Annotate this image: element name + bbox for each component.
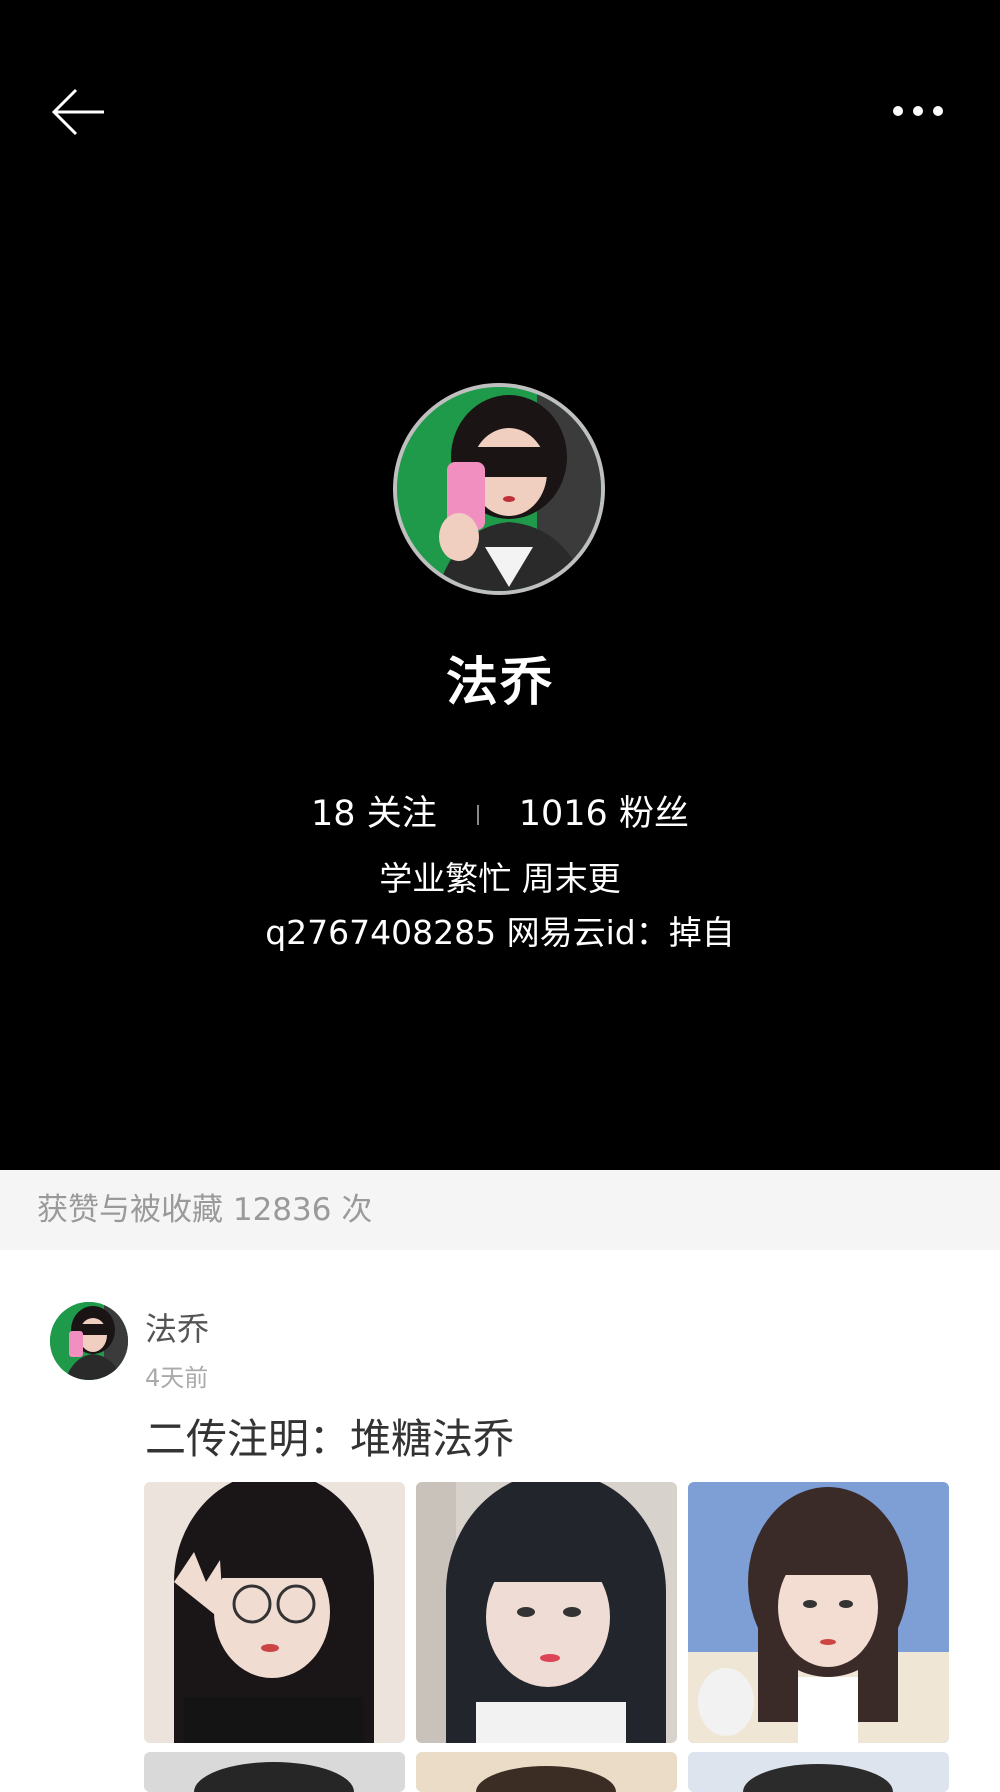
profile-avatar[interactable] bbox=[393, 383, 605, 595]
post-image-5[interactable] bbox=[416, 1752, 677, 1792]
followers-label: 粉丝 bbox=[618, 794, 689, 834]
photo-thumbnail bbox=[688, 1482, 949, 1743]
photo-thumbnail bbox=[688, 1752, 949, 1792]
post-image-1[interactable] bbox=[144, 1482, 405, 1743]
profile-header: 法乔 18 关注 1016 粉丝 学业繁忙 周末更 q2767408285 网易云… bbox=[0, 0, 1000, 1170]
back-button[interactable] bbox=[48, 82, 108, 142]
following-count: 18 bbox=[311, 794, 356, 834]
profile-name: 法乔 bbox=[445, 653, 554, 713]
photo-thumbnail bbox=[416, 1752, 677, 1792]
bio-line-1: 学业繁忙 周末更 bbox=[379, 859, 621, 898]
more-button[interactable] bbox=[888, 96, 948, 126]
followers-stat[interactable]: 1016 粉丝 bbox=[519, 794, 689, 834]
post-text: 二传注明：堆糖法乔 bbox=[145, 1415, 514, 1463]
post-image-4[interactable] bbox=[144, 1752, 405, 1792]
photo-thumbnail bbox=[144, 1482, 405, 1743]
following-stat[interactable]: 18 关注 bbox=[311, 794, 437, 834]
post-image-6[interactable] bbox=[688, 1752, 949, 1792]
back-arrow-icon bbox=[51, 88, 104, 136]
stats-divider bbox=[476, 805, 479, 825]
post-image-2[interactable] bbox=[416, 1482, 677, 1743]
profile-stats: 18 关注 1016 粉丝 bbox=[0, 785, 1000, 836]
photo-thumbnail bbox=[416, 1482, 677, 1743]
followers-count: 1016 bbox=[518, 794, 608, 834]
post-author-name[interactable]: 法乔 bbox=[145, 1304, 209, 1350]
avatar-image bbox=[50, 1302, 128, 1380]
more-dots-icon bbox=[893, 106, 943, 116]
post-image-3[interactable] bbox=[688, 1482, 949, 1743]
avatar-image bbox=[397, 387, 601, 591]
post-author-avatar[interactable] bbox=[50, 1302, 128, 1380]
photo-thumbnail bbox=[144, 1752, 405, 1792]
following-label: 关注 bbox=[366, 794, 437, 834]
likes-summary-bar: 获赞与被收藏 12836 次 bbox=[0, 1170, 1000, 1250]
bio-line-2: q2767408285 网易云id：掉自 bbox=[265, 913, 735, 952]
post-timestamp: 4天前 bbox=[145, 1364, 209, 1392]
